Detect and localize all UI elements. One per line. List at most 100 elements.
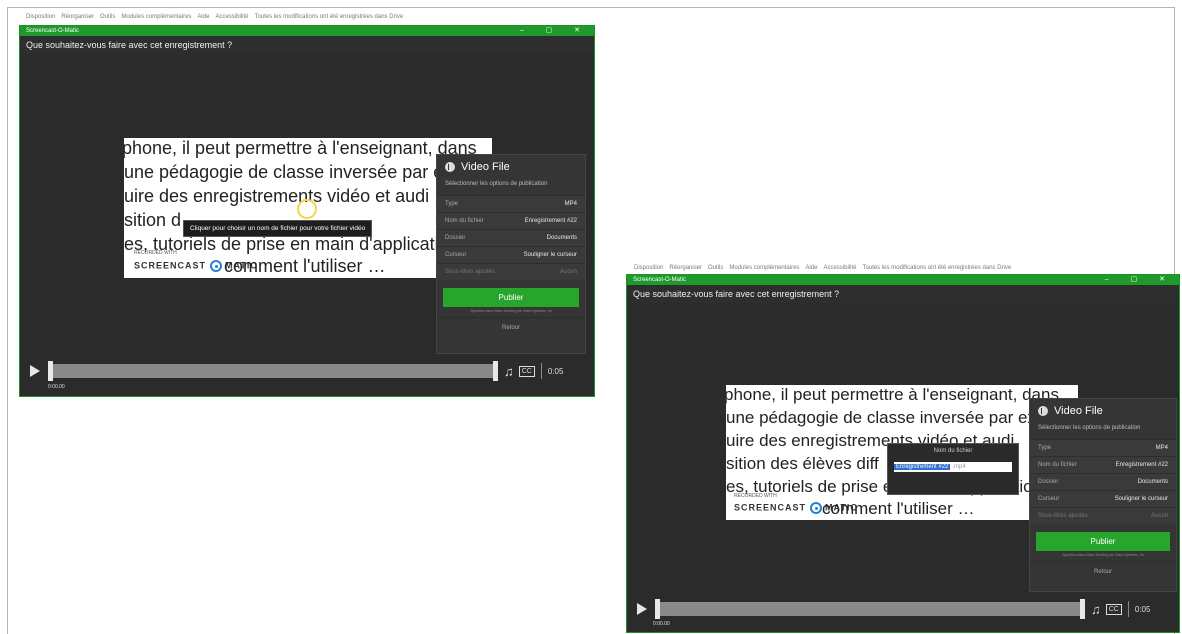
divider — [540, 363, 542, 379]
captions-icon[interactable]: CC — [1105, 603, 1122, 615]
slide-line: phone, il peut permettre à l'enseignant,… — [726, 385, 1059, 404]
filename-selection: Enregistrement #22 — [894, 464, 951, 470]
menu-item[interactable]: Disposition — [26, 14, 55, 20]
record-icon — [809, 502, 822, 514]
slide-line: une pédagogie de classe inversée par ex — [726, 408, 1036, 427]
watermark-brand: SCREENCAST — [134, 260, 207, 271]
panel-header: Video File — [1030, 399, 1176, 423]
publish-button[interactable]: Publier — [1036, 532, 1170, 551]
player-controls: ♫ CC 0:05 — [637, 599, 1177, 619]
filename-input[interactable]: Enregistrement #22 .mp4 — [894, 462, 1012, 472]
menu-item[interactable]: Aide — [805, 265, 817, 271]
music-icon[interactable]: ♫ — [1091, 602, 1101, 617]
slide-line: phone, il peut permettre à l'enseignant,… — [124, 138, 477, 158]
menu-item[interactable]: Aide — [197, 14, 209, 20]
option-label: Nom du fichier — [1038, 462, 1077, 468]
watermark-caption: RECORDED WITH — [734, 493, 777, 499]
publish-button[interactable]: Publier — [443, 288, 579, 307]
menu-item[interactable]: Modules complémentaires — [121, 14, 191, 20]
save-status: Toutes les modifications ont été enregis… — [254, 14, 404, 20]
option-value: Documents — [1137, 479, 1168, 485]
slide-line: comment l'utiliser … — [822, 499, 975, 518]
option-row-folder[interactable]: Dossier Documents — [1030, 473, 1176, 490]
duration-label: 0:05 — [547, 366, 564, 376]
menu-item[interactable]: Accessibilité — [215, 14, 248, 20]
screencast-window: Screencast-O-Matic – ▢ ✕ Que souhaitez-v… — [19, 25, 595, 397]
divider — [1127, 601, 1129, 617]
back-button[interactable]: Retour — [1030, 561, 1176, 582]
record-icon — [209, 260, 222, 272]
option-row-type[interactable]: Type MP4 — [1030, 439, 1176, 456]
option-label: Type — [1038, 445, 1052, 451]
option-value: Documents — [546, 235, 577, 241]
option-label: Nom du fichier — [445, 218, 484, 224]
menu-item[interactable]: Outils — [100, 14, 115, 20]
film-icon — [445, 162, 455, 172]
player-controls: ♫ CC 0:05 — [30, 361, 590, 381]
question-header: Que souhaitez-vous faire avec cet enregi… — [20, 36, 594, 54]
duration-label: 0:05 — [1134, 604, 1151, 614]
slide-line: comment l'utiliser … — [224, 256, 386, 276]
slide-line: uire des enregistrements vidéo et audi — [124, 186, 430, 206]
option-value: Enregistrement #22 — [524, 218, 577, 224]
title-bar: Screencast-O-Matic – ▢ ✕ — [627, 275, 1179, 285]
back-button[interactable]: Retour — [437, 317, 585, 338]
trim-start-handle[interactable] — [655, 599, 660, 619]
timestamp-label: 0:00.00 — [48, 384, 65, 390]
panel-subtitle: Sélectionner les options de publication — [445, 181, 548, 187]
option-row-type[interactable]: Type MP4 — [437, 195, 585, 212]
video-file-panel: Video File Sélectionner les options de p… — [1029, 398, 1177, 592]
trim-start-handle[interactable] — [48, 361, 53, 381]
timeline-track[interactable] — [48, 361, 498, 381]
music-icon[interactable]: ♫ — [504, 364, 514, 379]
filename-tooltip: Cliquer pour choisir un nom de fichier p… — [183, 220, 373, 237]
watermark-brand: SCREENCAST — [734, 502, 807, 513]
cursor-highlight-icon — [297, 199, 317, 219]
option-row-cursor[interactable]: Curseur Souligner le curseur — [1030, 490, 1176, 507]
timestamp-label: 0:00.00 — [653, 621, 670, 627]
panel-title: Video File — [1054, 405, 1103, 417]
menu-item[interactable]: Modules complémentaires — [729, 265, 799, 271]
panel-subtitle: Sélectionner les options de publication — [1038, 425, 1141, 431]
option-row-folder[interactable]: Dossier Documents — [437, 229, 585, 246]
menu-item[interactable]: Disposition — [634, 265, 663, 271]
option-label: Curseur — [445, 252, 467, 258]
captions-icon[interactable]: CC — [518, 365, 535, 377]
question-header: Que souhaitez-vous faire avec cet enregi… — [627, 285, 1179, 303]
window-controls[interactable]: – ▢ ✕ — [520, 26, 590, 36]
slide-line: sition d — [124, 210, 182, 230]
option-row-captions[interactable]: Sous-titres ajoutés Aucun — [437, 263, 585, 280]
option-value: MP4 — [1155, 445, 1168, 451]
docs-menubar: Disposition Réorganiser Outils Modules comp… — [634, 265, 1017, 271]
play-icon[interactable] — [637, 603, 647, 615]
option-value: Aucun — [1150, 513, 1168, 519]
option-value: Souligner le curseur — [523, 252, 577, 258]
menu-item[interactable]: Réorganiser — [669, 265, 702, 271]
option-row-cursor[interactable]: Curseur Souligner le curseur — [437, 246, 585, 263]
publish-note: Specifiez dans Video Hosting par Video S… — [1062, 553, 1144, 557]
publish-note: Specifiez dans Video Hosting par Video S… — [470, 309, 552, 313]
menu-item[interactable]: Réorganiser — [61, 14, 94, 20]
option-row-captions[interactable]: Sous-titres ajoutés Aucun — [1030, 507, 1176, 524]
filename-popup: Nom du fichier Enregistrement #22 .mp4 — [887, 443, 1019, 495]
option-value: Enregistrement #22 — [1115, 462, 1168, 468]
option-label: Dossier — [445, 235, 466, 241]
filename-extension: .mp4 — [952, 464, 966, 470]
trim-end-handle[interactable] — [1080, 599, 1085, 619]
slide-line: sition des élèves diff — [726, 454, 879, 473]
option-row-filename[interactable]: Nom du fichier Enregistrement #22 — [437, 212, 585, 229]
watermark-caption: RECORDED WITH — [134, 250, 177, 256]
window-controls[interactable]: – ▢ ✕ — [1105, 275, 1175, 285]
play-icon[interactable] — [30, 365, 40, 377]
popup-title: Nom du fichier — [933, 448, 973, 454]
app-title: Screencast-O-Matic — [633, 277, 687, 283]
option-row-filename[interactable]: Nom du fichier Enregistrement #22 — [1030, 456, 1176, 473]
screencast-window: Screencast-O-Matic – ▢ ✕ Que souhaitez-v… — [626, 274, 1180, 633]
menu-item[interactable]: Accessibilité — [823, 265, 856, 271]
docs-menubar: Disposition Réorganiser Outils Modules comp… — [26, 14, 409, 20]
option-label: Dossier — [1038, 479, 1059, 485]
app-title: Screencast-O-Matic — [26, 28, 80, 34]
menu-item[interactable]: Outils — [708, 265, 723, 271]
trim-end-handle[interactable] — [493, 361, 498, 381]
timeline-track[interactable] — [655, 599, 1085, 619]
